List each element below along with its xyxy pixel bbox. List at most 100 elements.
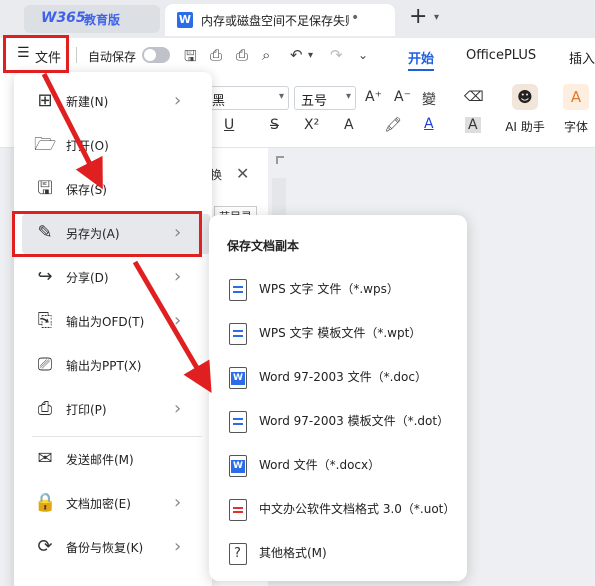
menu-item-encrypt[interactable]: 🔒 文档加密(E) › — [14, 484, 212, 524]
document-tab[interactable]: W 内存或磁盘空间不足保存失败怎么办 • — [165, 4, 395, 36]
menu-item-label: 新建(N) — [66, 95, 109, 109]
mail-icon: ✉ — [37, 448, 53, 469]
saveas-item-other[interactable]: ? 其他格式(M) — [209, 533, 467, 573]
autosave-toggle[interactable] — [142, 47, 170, 63]
char-shading-icon[interactable]: A — [465, 117, 481, 133]
word-template-icon — [229, 411, 247, 433]
saveas-item-doc[interactable]: W Word 97-2003 文件（*.doc） — [209, 357, 467, 397]
tab-home[interactable]: 开始 — [408, 48, 434, 67]
text-effect-icon[interactable]: A — [344, 117, 354, 133]
shrink-font-icon[interactable]: A⁻ — [394, 89, 411, 105]
autosave-label: 自动保存 — [88, 50, 137, 64]
menu-item-new[interactable]: ⊞ 新建(N) › — [14, 82, 212, 122]
highlight-icon[interactable]: 🖍 — [384, 117, 402, 133]
menu-item-open[interactable]: 🗁 打开(O) — [14, 126, 212, 166]
menu-item-label: 发送邮件(M) — [66, 453, 134, 467]
quick-toolbar: ☰ 文件 自动保存 🖫 ⎙ ⎙ ⌕ ↶ ▾ ↷ ⌄ 开始 OfficePLUS … — [0, 38, 595, 72]
new-doc-icon: ⊞ — [37, 90, 53, 111]
file-menu: ⊞ 新建(N) › 🗁 打开(O) 🖫 保存(S) ✎ 另存为(A) › ↪ 分… — [14, 72, 212, 586]
menu-item-print[interactable]: ⎙ 打印(P) › — [14, 390, 212, 430]
wps-doc-icon — [229, 279, 247, 301]
save-icon[interactable]: 🖫 — [184, 46, 197, 71]
export-pdf-icon[interactable]: ⎙ — [210, 46, 222, 64]
saveas-item-wpt[interactable]: WPS 文字 模板文件（*.wpt） — [209, 313, 467, 353]
folder-icon: 🗁 — [34, 134, 57, 155]
tab-insert[interactable]: 插入 — [569, 48, 595, 67]
menu-item-label: 打印(P) — [66, 403, 107, 417]
chevron-right-icon: › — [174, 310, 182, 331]
menu-divider — [32, 436, 202, 437]
menu-item-label: 输出为OFD(T) — [66, 315, 145, 329]
print-icon[interactable]: ⎙ — [236, 46, 248, 64]
font-color-icon[interactable]: A — [424, 116, 434, 132]
strikethrough-icon[interactable]: S̶ — [270, 117, 279, 133]
page-corner-mark — [276, 156, 284, 164]
saveas-item-label: WPS 文字 文件（*.wps） — [259, 282, 399, 296]
chevron-down-icon[interactable]: ▾ — [434, 12, 439, 23]
home-tab-label: 教育版 — [84, 13, 121, 27]
chevron-right-icon: › — [174, 90, 182, 111]
toolbar-divider — [76, 47, 77, 63]
font-size-value: 五号 — [301, 94, 328, 109]
new-tab-button[interactable]: + — [409, 4, 427, 29]
menu-item-label: 分享(D) — [66, 271, 109, 285]
menu-item-send-mail[interactable]: ✉ 发送邮件(M) — [14, 440, 212, 480]
menu-item-backup[interactable]: ⟳ 备份与恢复(K) › — [14, 528, 212, 568]
close-tab-icon[interactable]: • — [351, 10, 359, 26]
menu-item-label: 文档加密(E) — [66, 497, 131, 511]
clear-format-icon[interactable]: ⌫ — [464, 89, 484, 105]
saveas-item-label: Word 文件（*.docx） — [259, 458, 381, 472]
ppt-icon: ⎚ — [37, 354, 53, 375]
saveas-item-docx[interactable]: W Word 文件（*.docx） — [209, 445, 467, 485]
word-doc-icon: W — [177, 12, 193, 28]
font-size-select[interactable]: 五号 ▾ — [294, 86, 356, 110]
menu-item-label: 输出为PPT(X) — [66, 359, 142, 373]
superscript-icon[interactable]: X² — [304, 117, 319, 133]
chevron-down-icon[interactable]: ▾ — [308, 50, 313, 61]
encrypt-icon: 🔒 — [34, 492, 57, 513]
menu-item-save[interactable]: 🖫 保存(S) — [14, 170, 212, 210]
grow-font-icon[interactable]: A⁺ — [365, 89, 382, 105]
share-icon: ↪ — [37, 266, 53, 287]
font-button[interactable]: A 字体 — [556, 82, 595, 142]
tab-officeplus[interactable]: OfficePLUS — [466, 48, 536, 63]
font-name-select[interactable]: 黑 ▾ — [205, 86, 289, 110]
menu-item-export-ofd[interactable]: ⎘ 输出为OFD(T) › — [14, 302, 212, 342]
font-icon: A — [563, 84, 589, 110]
undo-icon[interactable]: ↶ — [290, 46, 303, 64]
ai-assistant-label: AI 助手 — [505, 120, 545, 134]
saveas-item-uot[interactable]: 中文办公软件文档格式 3.0（*.uot） — [209, 489, 467, 529]
ai-assistant-button[interactable]: ☻ AI 助手 — [505, 82, 545, 142]
wps-template-icon — [229, 323, 247, 345]
menu-item-share[interactable]: ↪ 分享(D) › — [14, 258, 212, 298]
chevron-right-icon: › — [174, 492, 182, 513]
saveas-item-dot[interactable]: Word 97-2003 模板文件（*.dot） — [209, 401, 467, 441]
saveas-item-wps[interactable]: WPS 文字 文件（*.wps） — [209, 269, 467, 309]
more-chevron-icon[interactable]: ⌄ — [358, 48, 368, 62]
other-format-icon: ? — [229, 543, 247, 565]
redo-icon[interactable]: ↷ — [330, 46, 343, 64]
annotation-box-save-as — [12, 211, 202, 257]
annotation-box-file — [3, 35, 69, 73]
menu-item-label: 打开(O) — [66, 139, 109, 153]
chevron-right-icon: › — [174, 536, 182, 557]
chevron-down-icon: ▾ — [345, 91, 351, 102]
word-docx-icon: W — [229, 455, 247, 477]
font-button-label: 字体 — [563, 120, 588, 134]
font-name-value: 黑 — [212, 94, 226, 109]
menu-item-label: 保存(S) — [66, 183, 107, 197]
underline-icon[interactable]: U — [224, 117, 234, 133]
close-icon[interactable]: ✕ — [236, 164, 249, 183]
menu-item-export-ppt[interactable]: ⎚ 输出为PPT(X) — [14, 346, 212, 386]
save-as-submenu: 保存文档副本 WPS 文字 文件（*.wps） WPS 文字 模板文件（*.wp… — [209, 215, 467, 581]
phonetic-guide-icon[interactable]: 變 — [422, 89, 436, 109]
home-tab[interactable]: W365 教育版 — [24, 5, 160, 33]
uot-doc-icon — [229, 499, 247, 521]
saveas-item-label: 中文办公软件文档格式 3.0（*.uot） — [259, 502, 456, 516]
menu-item-label: 备份与恢复(K) — [66, 541, 144, 555]
title-tab-bar: W365 教育版 W 内存或磁盘空间不足保存失败怎么办 • + ▾ — [0, 0, 595, 38]
chevron-right-icon: › — [174, 398, 182, 419]
document-tab-title: 内存或磁盘空间不足保存失败怎么办 — [201, 14, 349, 28]
ofd-icon: ⎘ — [37, 310, 53, 331]
print-preview-icon[interactable]: ⌕ — [262, 46, 270, 64]
